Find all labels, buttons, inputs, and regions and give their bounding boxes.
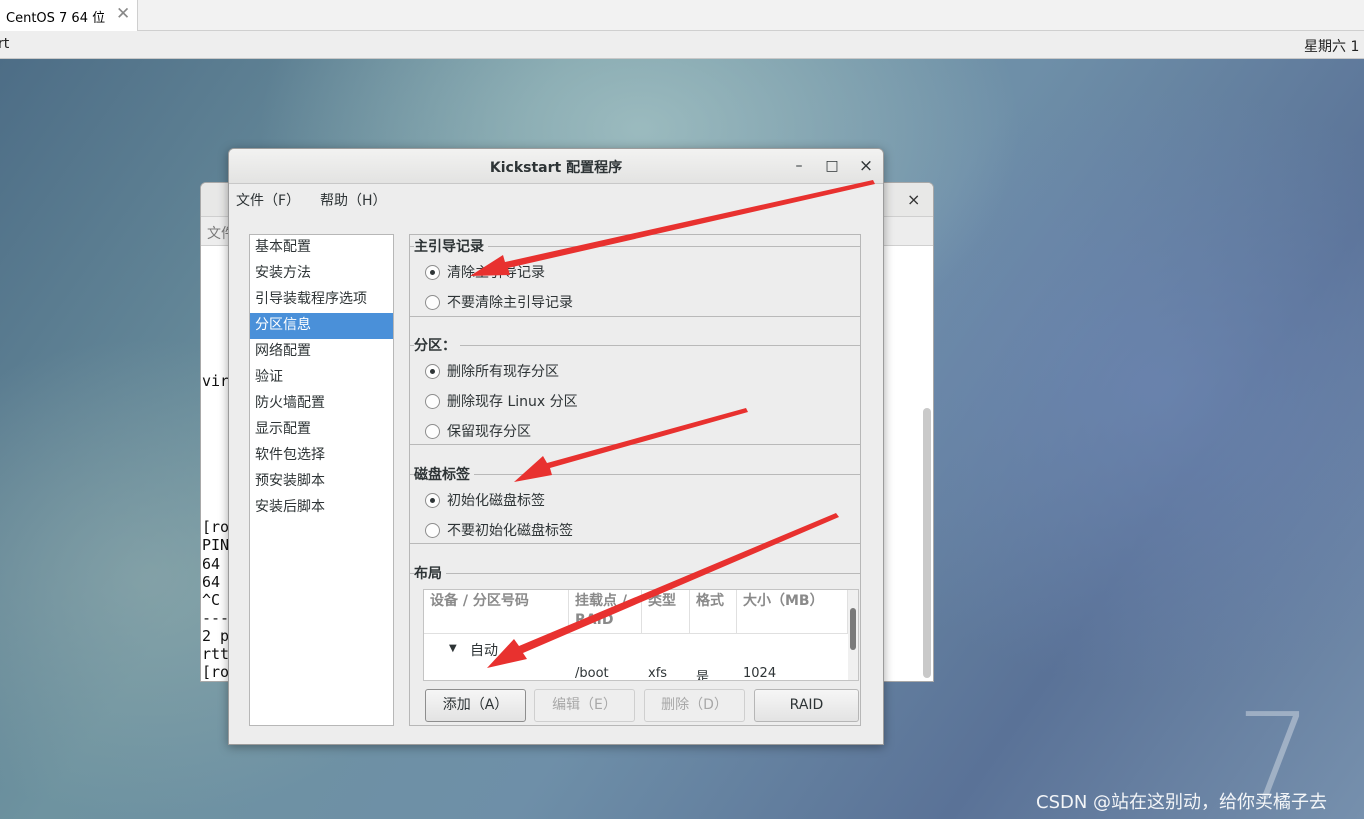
close-icon[interactable]: × <box>907 190 920 209</box>
column-header-mount[interactable]: 挂载点 / RAID <box>569 590 642 634</box>
layout-section-title: 布局 <box>414 563 446 583</box>
raid-button[interactable]: RAID <box>754 689 859 722</box>
terminal-line: [ro <box>202 663 230 681</box>
expander-arrow-icon[interactable]: ▼ <box>449 643 457 654</box>
radio-label[interactable]: 保留现存分区 <box>447 421 531 441</box>
column-header-size[interactable]: 大小（MB） <box>737 590 848 634</box>
nav-item-network[interactable]: 网络配置 <box>250 339 393 365</box>
column-header-format[interactable]: 格式 <box>690 590 737 634</box>
watermark-text: CSDN @站在这别动，给你买橘子去 <box>1036 792 1328 813</box>
nav-item-packages[interactable]: 软件包选择 <box>250 443 393 469</box>
radio-preserve[interactable] <box>425 424 440 439</box>
radio-label[interactable]: 清除主引导记录 <box>447 262 545 282</box>
terminal-line: ^C <box>202 591 230 609</box>
host-tab-centos[interactable]: CentOS 7 64 位 ✕ <box>0 0 138 31</box>
window-title: Kickstart 配置程序 <box>489 160 623 176</box>
radio-label[interactable]: 删除现存 Linux 分区 <box>447 391 578 411</box>
cell-format[interactable]: 是 <box>696 666 709 680</box>
tree-group-label[interactable]: 自动 <box>470 640 498 660</box>
host-tab-title: CentOS 7 64 位 <box>6 11 106 26</box>
radio-label[interactable]: 不要清除主引导记录 <box>447 292 573 312</box>
disklabel-section-title: 磁盘标签 <box>414 464 474 484</box>
radio-remove-linux[interactable] <box>425 394 440 409</box>
radio-no-init-label[interactable] <box>425 523 440 538</box>
nav-item-display[interactable]: 显示配置 <box>250 417 393 443</box>
edit-button[interactable]: 编辑（E） <box>534 689 635 722</box>
activities-button[interactable]: rt <box>0 36 9 52</box>
radio-label[interactable]: 初始化磁盘标签 <box>447 490 545 510</box>
column-header-device[interactable]: 设备 / 分区号码 <box>424 590 569 634</box>
close-icon[interactable]: ✕ <box>116 4 130 24</box>
partition-table[interactable]: 设备 / 分区号码 挂载点 / RAID 类型 格式 大小（MB） ▼ 自动 /… <box>423 589 859 681</box>
host-tab-bar: CentOS 7 64 位 ✕ <box>0 0 1364 31</box>
add-button[interactable]: 添加（A） <box>425 689 526 722</box>
terminal-line: 64 <box>202 555 230 573</box>
cell-size[interactable]: 1024 <box>743 666 776 680</box>
terminal-line: 2 p <box>202 627 230 645</box>
radio-keep-mbr[interactable] <box>425 295 440 310</box>
terminal-scrollbar[interactable] <box>923 408 931 678</box>
nav-item-install-method[interactable]: 安装方法 <box>250 261 393 287</box>
nav-item-partition[interactable]: 分区信息 <box>250 313 393 339</box>
nav-item-basic[interactable]: 基本配置 <box>250 235 393 261</box>
terminal-line: [ro <box>202 518 230 536</box>
radio-init-label[interactable] <box>425 493 440 508</box>
menu-help[interactable]: 帮助（H） <box>320 190 387 210</box>
category-list: 基本配置 安装方法 引导装载程序选项 分区信息 网络配置 验证 防火墙配置 显示… <box>249 234 394 726</box>
close-icon[interactable]: × <box>856 156 876 176</box>
radio-label[interactable]: 删除所有现存分区 <box>447 361 559 381</box>
cell-type[interactable]: xfs <box>648 666 667 680</box>
terminal-line: vir <box>202 372 230 390</box>
delete-button[interactable]: 删除（D） <box>644 689 745 722</box>
radio-label[interactable]: 不要初始化磁盘标签 <box>447 520 573 540</box>
maximize-icon[interactable]: □ <box>822 156 842 176</box>
menu-file[interactable]: 文件（F） <box>236 190 300 210</box>
nav-item-pre-script[interactable]: 预安装脚本 <box>250 469 393 495</box>
gnome-top-bar: rt 星期六 1 <box>0 31 1364 59</box>
nav-item-bootloader[interactable]: 引导装载程序选项 <box>250 287 393 313</box>
minimize-icon[interactable]: – <box>789 156 809 176</box>
clock[interactable]: 星期六 1 <box>1304 36 1359 56</box>
radio-clear-mbr[interactable] <box>425 265 440 280</box>
partitions-section-title: 分区： <box>414 335 460 355</box>
kickstart-window: Kickstart 配置程序 – □ × 文件（F） 帮助（H） 基本配置 安装… <box>228 148 884 745</box>
window-titlebar[interactable]: Kickstart 配置程序 – □ × <box>229 149 883 184</box>
column-header-type[interactable]: 类型 <box>642 590 690 634</box>
menubar: 文件（F） 帮助（H） <box>229 184 883 212</box>
nav-item-firewall[interactable]: 防火墙配置 <box>250 391 393 417</box>
radio-remove-all[interactable] <box>425 364 440 379</box>
nav-item-auth[interactable]: 验证 <box>250 365 393 391</box>
terminal-line: rtt <box>202 645 230 663</box>
cell-mount[interactable]: /boot <box>575 666 609 680</box>
terminal-line: PIN <box>202 536 230 554</box>
terminal-line: --- <box>202 609 230 627</box>
terminal-line: 64 <box>202 573 230 591</box>
nav-item-post-script[interactable]: 安装后脚本 <box>250 495 393 521</box>
table-scrollbar-thumb[interactable] <box>850 608 856 650</box>
partition-settings-panel: 主引导记录 清除主引导记录 不要清除主引导记录 分区： 删除所有现存分区 删除现… <box>409 234 861 726</box>
mbr-section-title: 主引导记录 <box>414 236 488 256</box>
